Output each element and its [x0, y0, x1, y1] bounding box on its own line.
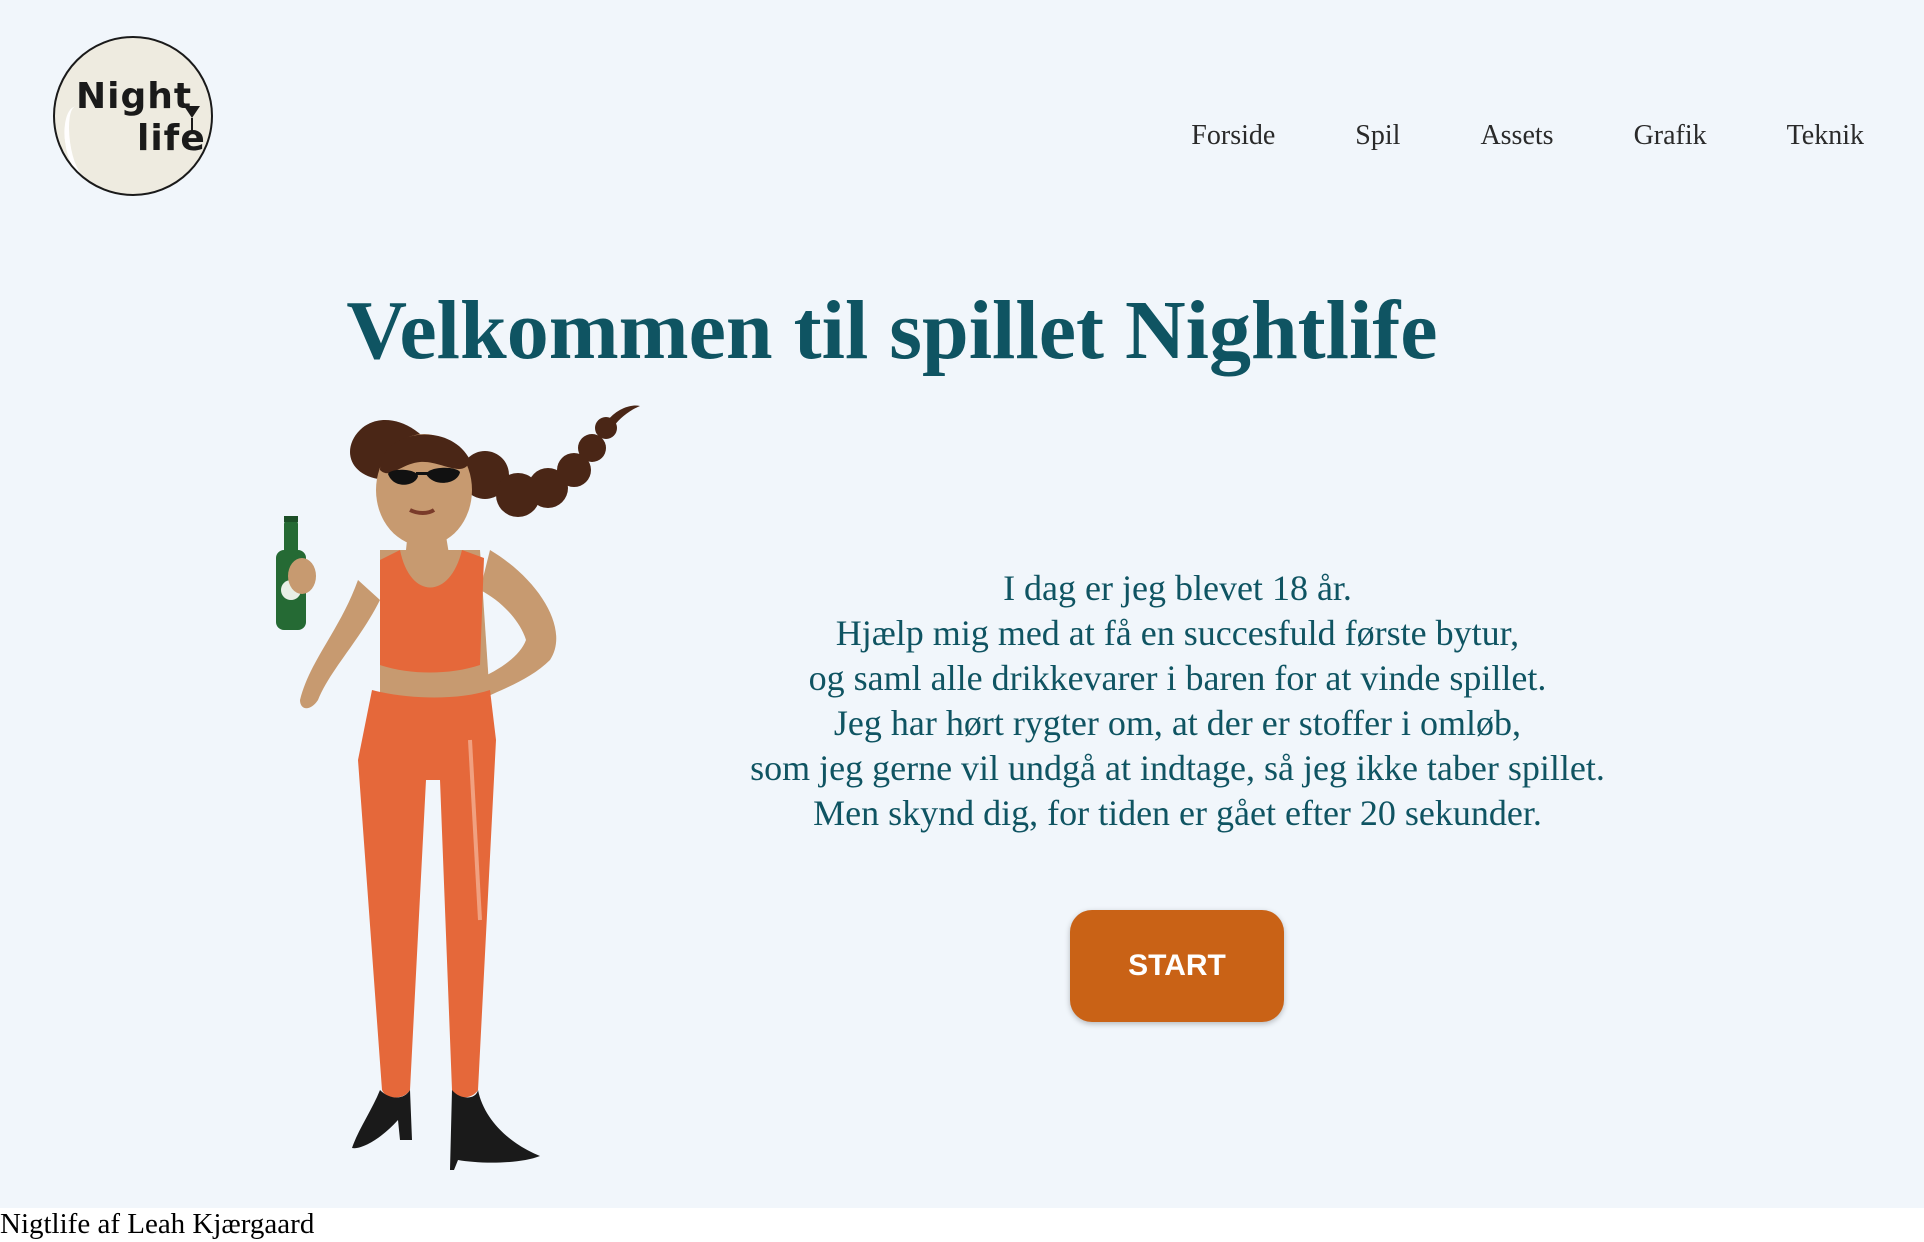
page-background: Night life Forside Spil Assets Grafik Te… [0, 0, 1924, 1208]
nightlife-logo[interactable]: Night life [53, 36, 213, 196]
footer-credit: Nigtlife af Leah Kjærgaard [0, 1208, 315, 1240]
logo-text-life: life [137, 118, 206, 159]
intro-line: som jeg gerne vil undgå at indtage, så j… [750, 748, 1605, 788]
nav-item-teknik[interactable]: Teknik [1787, 120, 1864, 152]
intro-line: og saml alle drikkevarer i baren for at … [808, 658, 1547, 698]
page-title: Velkommen til spillet Nightlife [346, 284, 1438, 377]
start-button[interactable]: START [1070, 910, 1284, 1022]
main-navigation: Forside Spil Assets Grafik Teknik [1111, 120, 1864, 152]
nav-item-spil[interactable]: Spil [1355, 120, 1400, 152]
intro-line: Jeg har hørt rygter om, at der er stoffe… [833, 703, 1522, 743]
intro-line: Hjælp mig med at få en succesfuld første… [835, 613, 1520, 653]
nav-item-assets[interactable]: Assets [1480, 120, 1553, 152]
nav-item-forside[interactable]: Forside [1191, 120, 1275, 152]
logo-text-night: Night [76, 76, 193, 117]
intro-line: I dag er jeg blevet 18 år. [1003, 568, 1352, 608]
intro-line: Men skynd dig, for tiden er gået efter 2… [813, 793, 1542, 833]
woman-illustration [276, 405, 640, 1170]
nav-item-grafik[interactable]: Grafik [1634, 120, 1707, 152]
page-title-wrapper: Velkommen til spillet Nightlife [0, 282, 1924, 379]
intro-text: I dag er jeg blevet 18 år. Hjælp mig med… [700, 566, 1655, 836]
